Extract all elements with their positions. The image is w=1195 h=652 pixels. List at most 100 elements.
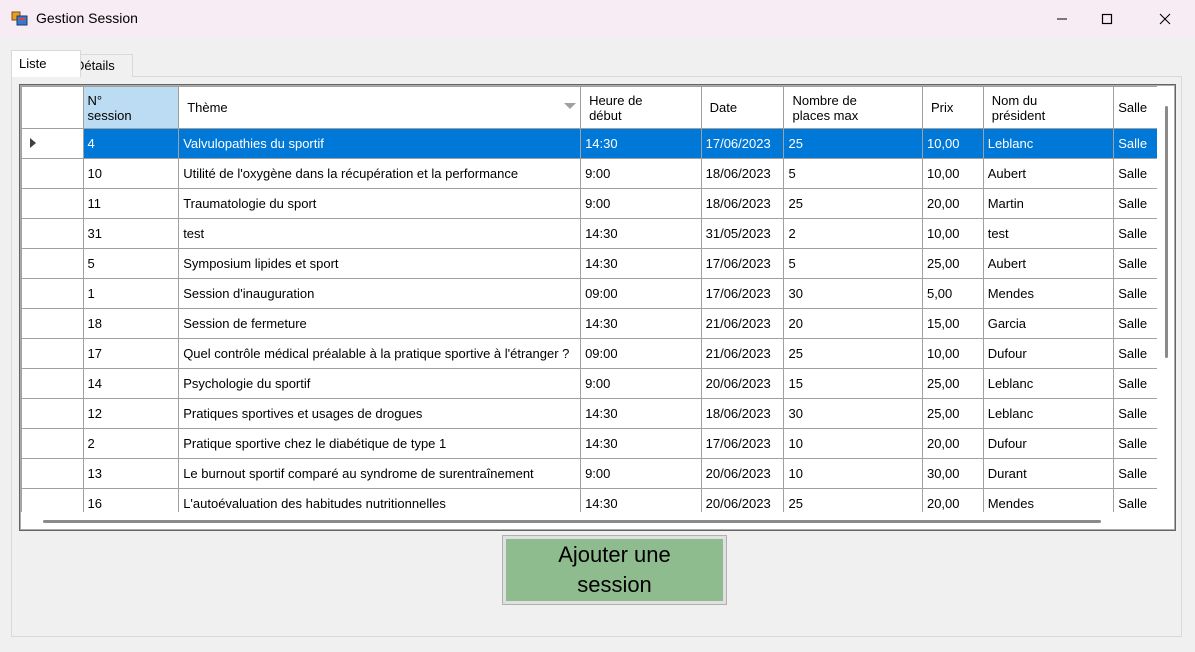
- table-row[interactable]: 31 test 14:30 31/05/2023 2 10,00 test Salle: [21, 218, 1174, 249]
- add-session-button[interactable]: Ajouter une session: [502, 535, 727, 605]
- cell-theme[interactable]: Traumatologie du sport: [178, 188, 582, 219]
- cell-places[interactable]: 25: [783, 128, 923, 159]
- row-header[interactable]: [21, 398, 84, 429]
- cell-session[interactable]: 18: [82, 308, 180, 339]
- cell-session[interactable]: 1: [82, 278, 180, 309]
- cell-theme[interactable]: Psychologie du sportif: [178, 368, 582, 399]
- cell-theme[interactable]: Symposium lipides et sport: [178, 248, 582, 279]
- cell-date[interactable]: 17/06/2023: [700, 128, 785, 159]
- cell-president[interactable]: Dufour: [982, 428, 1115, 459]
- cell-session[interactable]: 14: [82, 368, 180, 399]
- table-row[interactable]: 17 Quel contrôle médical préalable à la p…: [21, 338, 1174, 369]
- row-header[interactable]: [21, 218, 84, 249]
- cell-date[interactable]: 18/06/2023: [700, 188, 785, 219]
- row-header[interactable]: [21, 338, 84, 369]
- column-header-prix[interactable]: Prix: [921, 86, 984, 129]
- cell-heure[interactable]: 9:00: [580, 368, 702, 399]
- cell-places[interactable]: 10: [783, 458, 923, 489]
- cell-date[interactable]: 18/06/2023: [700, 158, 785, 189]
- cell-places[interactable]: 5: [783, 158, 923, 189]
- cell-places[interactable]: 2: [783, 218, 923, 249]
- cell-theme[interactable]: Valvulopathies du sportif: [178, 128, 582, 159]
- cell-heure[interactable]: 14:30: [580, 218, 702, 249]
- cell-session[interactable]: 13: [82, 458, 180, 489]
- row-header[interactable]: [21, 188, 84, 219]
- table-row[interactable]: 12 Pratiques sportives et usages de drogu…: [21, 398, 1174, 429]
- cell-session[interactable]: 12: [82, 398, 180, 429]
- row-header[interactable]: [21, 308, 84, 339]
- column-header-date[interactable]: Date: [700, 86, 785, 129]
- cell-session[interactable]: 2: [82, 428, 180, 459]
- minimize-button[interactable]: [1039, 0, 1085, 38]
- table-row[interactable]: 1 Session d'inauguration 09:00 17/06/2023 30…: [21, 278, 1174, 309]
- cell-theme[interactable]: Pratiques sportives et usages de drogues: [178, 398, 582, 429]
- column-header-president[interactable]: Nom du président: [982, 86, 1115, 129]
- cell-places[interactable]: 10: [783, 428, 923, 459]
- cell-president[interactable]: Garcia: [982, 308, 1115, 339]
- cell-president[interactable]: Dufour: [982, 338, 1115, 369]
- horizontal-scrollbar[interactable]: [21, 512, 1174, 529]
- cell-president[interactable]: Aubert: [982, 158, 1115, 189]
- cell-places[interactable]: 25: [783, 338, 923, 369]
- cell-date[interactable]: 17/06/2023: [700, 248, 785, 279]
- cell-prix[interactable]: 15,00: [921, 308, 984, 339]
- cell-prix[interactable]: 5,00: [921, 278, 984, 309]
- cell-places[interactable]: 5: [783, 248, 923, 279]
- cell-session[interactable]: 10: [82, 158, 180, 189]
- table-row[interactable]: 11 Traumatologie du sport 9:00 18/06/2023 25…: [21, 188, 1174, 219]
- cell-prix[interactable]: 20,00: [921, 188, 984, 219]
- cell-places[interactable]: 20: [783, 308, 923, 339]
- cell-president[interactable]: Leblanc: [982, 368, 1115, 399]
- row-header[interactable]: [21, 428, 84, 459]
- cell-president[interactable]: Mendes: [982, 278, 1115, 309]
- cell-date[interactable]: 17/06/2023: [700, 278, 785, 309]
- horizontal-scroll-thumb[interactable]: [43, 520, 1101, 523]
- vertical-scroll-thumb[interactable]: [1165, 106, 1168, 358]
- maximize-button[interactable]: [1084, 0, 1130, 38]
- cell-heure[interactable]: 09:00: [580, 278, 702, 309]
- cell-prix[interactable]: 10,00: [921, 128, 984, 159]
- cell-prix[interactable]: 30,00: [921, 458, 984, 489]
- cell-heure[interactable]: 9:00: [580, 458, 702, 489]
- cell-president[interactable]: test: [982, 218, 1115, 249]
- cell-theme[interactable]: Pratique sportive chez le diabétique de …: [178, 428, 582, 459]
- row-header[interactable]: [21, 158, 84, 189]
- cell-president[interactable]: Leblanc: [982, 128, 1115, 159]
- cell-theme[interactable]: Le burnout sportif comparé au syndrome d…: [178, 458, 582, 489]
- cell-prix[interactable]: 10,00: [921, 218, 984, 249]
- cell-theme[interactable]: test: [178, 218, 582, 249]
- cell-date[interactable]: 20/06/2023: [700, 458, 785, 489]
- row-header[interactable]: [21, 368, 84, 399]
- cell-prix[interactable]: 25,00: [921, 248, 984, 279]
- cell-session[interactable]: 5: [82, 248, 180, 279]
- cell-president[interactable]: Martin: [982, 188, 1115, 219]
- cell-theme[interactable]: Quel contrôle médical préalable à la pra…: [178, 338, 582, 369]
- cell-heure[interactable]: 14:30: [580, 398, 702, 429]
- cell-prix[interactable]: 25,00: [921, 398, 984, 429]
- cell-places[interactable]: 15: [783, 368, 923, 399]
- sessions-grid[interactable]: N° session Thème Heure de début Date Nom…: [19, 84, 1176, 531]
- cell-heure[interactable]: 09:00: [580, 338, 702, 369]
- cell-prix[interactable]: 10,00: [921, 338, 984, 369]
- cell-president[interactable]: Leblanc: [982, 398, 1115, 429]
- cell-date[interactable]: 31/05/2023: [700, 218, 785, 249]
- cell-date[interactable]: 21/06/2023: [700, 308, 785, 339]
- table-row[interactable]: 14 Psychologie du sportif 9:00 20/06/2023 15…: [21, 368, 1174, 399]
- cell-session[interactable]: 4: [82, 128, 180, 159]
- column-header-heure[interactable]: Heure de début: [580, 86, 702, 129]
- row-header[interactable]: [21, 128, 84, 159]
- row-header[interactable]: [21, 458, 84, 489]
- table-row[interactable]: 2 Pratique sportive chez le diabétique de…: [21, 428, 1174, 459]
- table-row[interactable]: 5 Symposium lipides et sport 14:30 17/06/20…: [21, 248, 1174, 279]
- cell-prix[interactable]: 25,00: [921, 368, 984, 399]
- cell-session[interactable]: 11: [82, 188, 180, 219]
- cell-heure[interactable]: 14:30: [580, 308, 702, 339]
- cell-date[interactable]: 21/06/2023: [700, 338, 785, 369]
- cell-heure[interactable]: 9:00: [580, 188, 702, 219]
- cell-heure[interactable]: 14:30: [580, 128, 702, 159]
- cell-president[interactable]: Durant: [982, 458, 1115, 489]
- cell-theme[interactable]: Utilité de l'oxygène dans la récupératio…: [178, 158, 582, 189]
- column-header-theme[interactable]: Thème: [178, 86, 582, 129]
- cell-heure[interactable]: 9:00: [580, 158, 702, 189]
- column-header-session[interactable]: N° session: [82, 86, 180, 129]
